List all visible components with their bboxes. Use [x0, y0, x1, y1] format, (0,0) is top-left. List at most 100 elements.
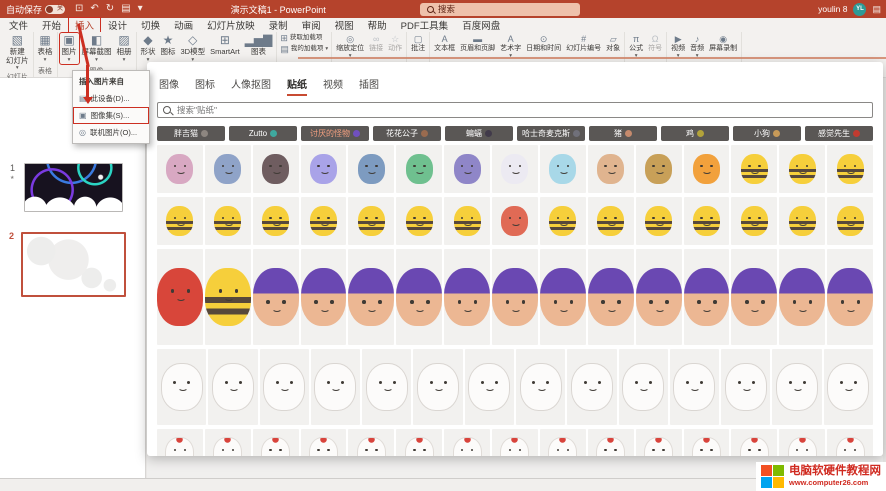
cat-box-sticker[interactable]: [465, 349, 514, 425]
ribbon-button-获取加载项[interactable]: ⊞获取加载项: [279, 33, 323, 43]
cat-couple-sticker[interactable]: [362, 349, 411, 425]
category-pill-猪[interactable]: 猪: [589, 126, 657, 141]
bee-with-sign-sticker[interactable]: [636, 197, 682, 245]
pirate-hat-sticker[interactable]: [301, 145, 347, 193]
category-pill-Zutto[interactable]: Zutto: [229, 126, 297, 141]
bees-high-five-pair-sticker[interactable]: [301, 197, 347, 245]
dialog-tab-人像抠图[interactable]: 人像抠图: [231, 76, 271, 96]
ribbon-button-文本框[interactable]: A文本框: [432, 33, 457, 54]
ribbon-button-对象[interactable]: ▱对象: [604, 33, 622, 54]
sword-sticker[interactable]: [540, 145, 586, 193]
purple-monster-sitting-sticker[interactable]: [540, 249, 586, 345]
purple-monster-music-sticker[interactable]: [779, 249, 825, 345]
chicken-couple-sticker[interactable]: [301, 429, 347, 456]
bee-rocker-sticker[interactable]: [731, 197, 777, 245]
autosave-control[interactable]: 自动保存 关: [6, 3, 65, 16]
sticker-search-input[interactable]: [175, 104, 867, 116]
parrot-sticker[interactable]: [396, 145, 442, 193]
cat-surprised-sticker[interactable]: [619, 349, 668, 425]
cat-computer-sticker[interactable]: [157, 349, 206, 425]
bee-honeycomb-sticker[interactable]: [731, 145, 777, 193]
bee-pointing-sticker[interactable]: [157, 197, 203, 245]
ribbon-tab-开始[interactable]: 开始: [35, 17, 68, 34]
ribbon-tab-插入[interactable]: 插入: [68, 17, 101, 34]
bee-surprised-sticker[interactable]: [540, 197, 586, 245]
cat-tea-sticker[interactable]: [260, 349, 309, 425]
ribbon-tab-PDF工具集[interactable]: PDF工具集: [394, 17, 456, 34]
bee-dancing-sticker[interactable]: [253, 197, 299, 245]
redo-icon[interactable]: ↻: [106, 0, 114, 18]
bee-crying-sticker[interactable]: [684, 197, 730, 245]
bee-with-flower-sticker[interactable]: [444, 197, 490, 245]
chicken-surprised-sticker[interactable]: [348, 429, 394, 456]
ribbon-button-页眉和页脚[interactable]: ▬页眉和页脚: [458, 33, 497, 54]
chicken-waving-sticker[interactable]: [157, 429, 203, 456]
dialog-tab-图标[interactable]: 图标: [195, 76, 215, 96]
ribbon-tab-百度网盘[interactable]: 百度网盘: [455, 17, 507, 34]
undo-icon[interactable]: ↶: [90, 0, 98, 18]
cat-piano-sticker[interactable]: [567, 349, 616, 425]
pirate-captain-sticker[interactable]: [205, 145, 251, 193]
bee-in-love-sticker[interactable]: [827, 197, 873, 245]
bee-shrugging-sticker[interactable]: [588, 197, 634, 245]
chicken-santa-sticker[interactable]: [205, 429, 251, 456]
ribbon-button-我的加载项[interactable]: ▤我的加载项▾: [279, 44, 329, 54]
bee-with-glasses-sticker[interactable]: [205, 249, 251, 345]
ribbon-button-日期和时间[interactable]: ⊙日期和时间: [524, 33, 563, 54]
slide-1-thumbnail[interactable]: [24, 163, 123, 212]
cat-question-sticker[interactable]: [516, 349, 565, 425]
ribbon-tab-文件[interactable]: 文件: [2, 17, 35, 34]
chicken-pair-sticker[interactable]: [636, 429, 682, 456]
purple-monster-tennis-sticker[interactable]: [827, 249, 873, 345]
ribbon-button-音频[interactable]: ♪音频▾: [688, 33, 706, 60]
dialog-tab-视频[interactable]: 视频: [323, 76, 343, 96]
customize-toolbar-icon[interactable]: ▾: [138, 0, 143, 18]
category-pill-蝙蝠[interactable]: 蝙蝠: [445, 126, 513, 141]
treasure-chest-sticker[interactable]: [636, 145, 682, 193]
cat-skeleton-sticker[interactable]: [311, 349, 360, 425]
ribbon-button-表格[interactable]: ▦表格▾: [36, 33, 55, 64]
spyglass-sticker[interactable]: [588, 145, 634, 193]
menu-item-联机图片(O)...[interactable]: ◎联机图片(O)...: [73, 124, 149, 141]
category-pill-小狗[interactable]: 小狗: [733, 126, 801, 141]
ribbon-button-图表[interactable]: ▂▅▇图表: [243, 33, 275, 58]
ribbon-button-形状[interactable]: ◆形状▾: [139, 33, 158, 64]
bees-fencing-sticker[interactable]: [779, 197, 825, 245]
ribbon-display-options-icon[interactable]: ▤: [872, 4, 881, 15]
ribbon-button-公式[interactable]: π公式▾: [627, 33, 645, 60]
purple-monster-peace-sticker[interactable]: [731, 249, 777, 345]
category-pill-鸡[interactable]: 鸡: [661, 126, 729, 141]
ribbon-button-艺术字[interactable]: A艺术字▾: [498, 33, 523, 60]
category-pill-胖吉猫[interactable]: 胖吉猫: [157, 126, 225, 141]
chicken-jumping-sticker[interactable]: [779, 429, 825, 456]
purple-monster-jumping-sticker[interactable]: [396, 249, 442, 345]
sticker-search-box[interactable]: [157, 102, 873, 118]
stop-sign-bee-sticker[interactable]: [157, 249, 203, 345]
ribbon-tab-幻灯片放映[interactable]: 幻灯片放映: [200, 17, 262, 34]
peg-leg-pirate-sticker[interactable]: [348, 145, 394, 193]
purple-monster-dancing-sticker[interactable]: [348, 249, 394, 345]
pirate-flag-sticker[interactable]: [253, 145, 299, 193]
dialog-tab-插图[interactable]: 插图: [359, 76, 379, 96]
ribbon-button-屏幕录制[interactable]: ◉屏幕录制: [707, 33, 739, 54]
ribbon-tab-动画[interactable]: 动画: [167, 17, 200, 34]
ribbon-tab-视图[interactable]: 视图: [328, 17, 361, 34]
ribbon-button-批注[interactable]: ▢批注: [409, 33, 427, 54]
skull-and-crossbones-sticker[interactable]: [492, 145, 538, 193]
cat-flowers-sticker[interactable]: [670, 349, 719, 425]
ribbon-tab-设计[interactable]: 设计: [101, 17, 134, 34]
ribbon-tab-审阅[interactable]: 审阅: [295, 17, 328, 34]
ribbon-tab-帮助[interactable]: 帮助: [361, 17, 394, 34]
bee-thumbs-up-sticker[interactable]: [396, 197, 442, 245]
bees-fighting-sticker[interactable]: [779, 145, 825, 193]
ribbon-button-3D模型[interactable]: ◇3D模型▾: [179, 33, 208, 64]
cat-pair-sticker[interactable]: [772, 349, 821, 425]
purple-monsters-hugging-sticker[interactable]: [492, 249, 538, 345]
bees-high-five-sticker[interactable]: [827, 145, 873, 193]
purple-monster-girl-sticker[interactable]: [444, 249, 490, 345]
dialog-tab-图像[interactable]: 图像: [159, 76, 179, 96]
ribbon-tab-录制[interactable]: 录制: [262, 17, 295, 34]
chicken-angry-sticker[interactable]: [731, 429, 777, 456]
titlebar-search-box[interactable]: 搜索: [420, 3, 580, 16]
category-pill-讨厌的怪物[interactable]: 讨厌的怪物: [301, 126, 369, 141]
